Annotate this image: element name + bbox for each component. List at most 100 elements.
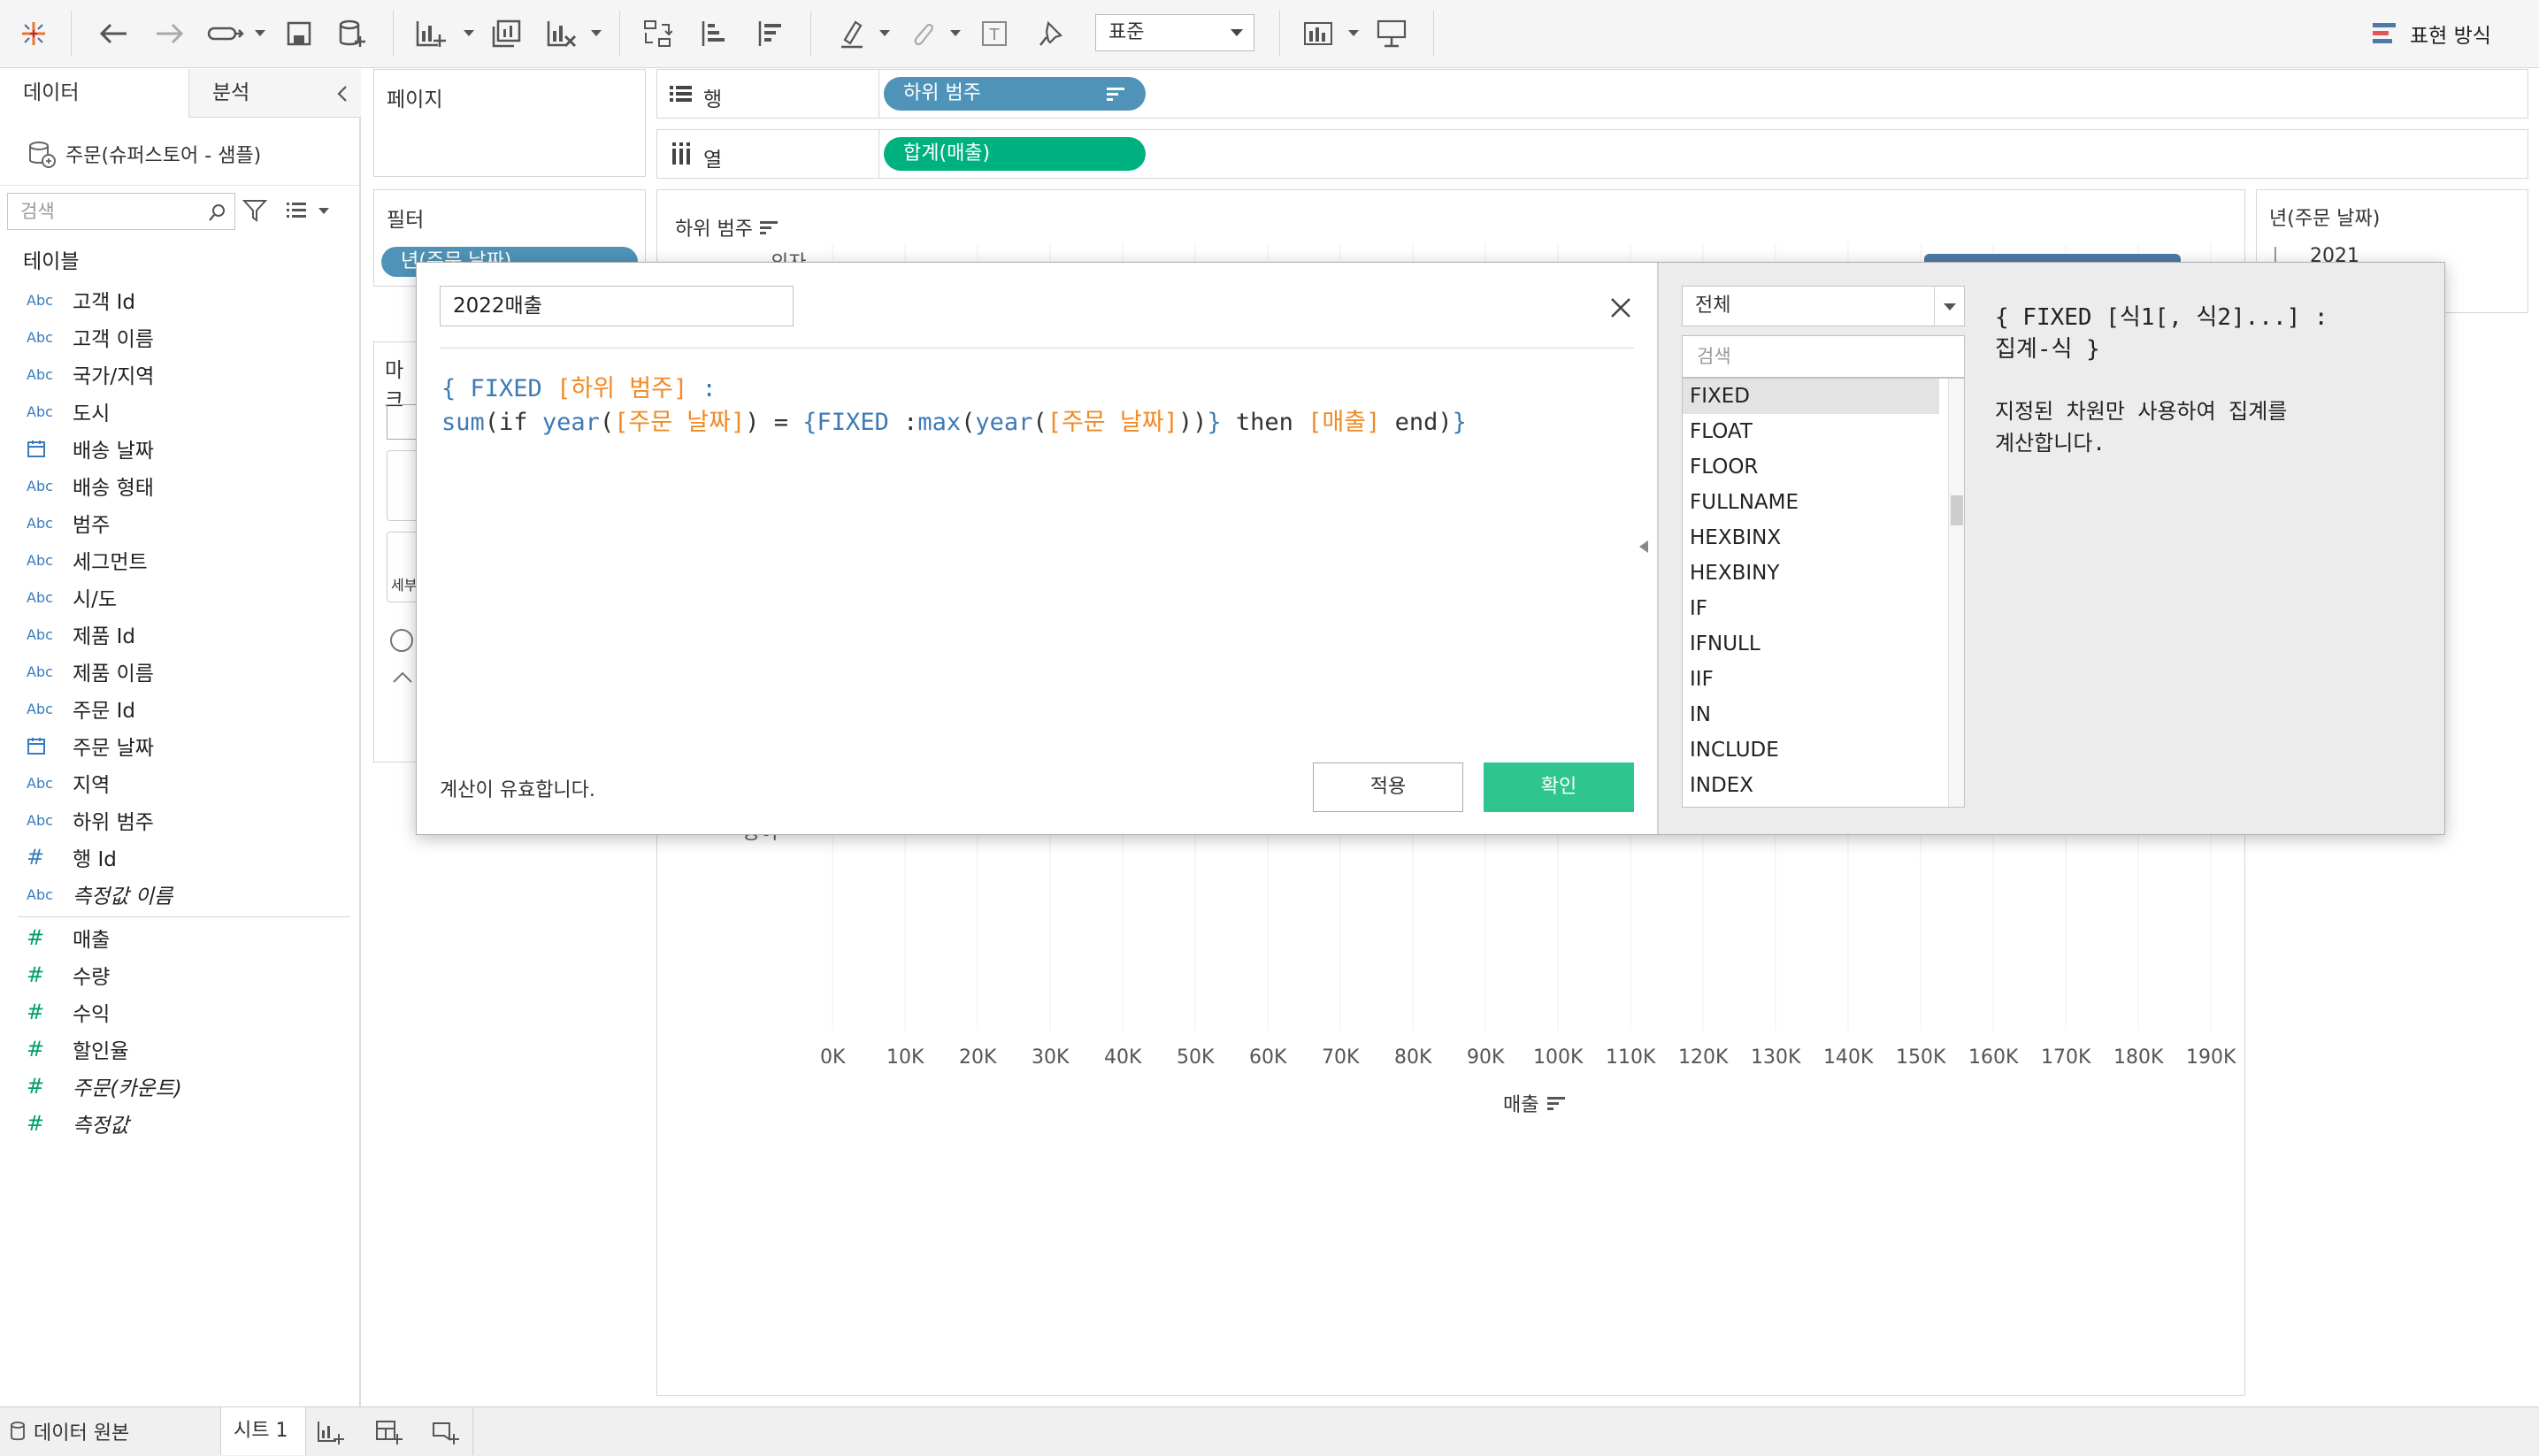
function-list[interactable]: FIXED FLOAT FLOOR FULLNAME HEXBINX HEXBI…	[1682, 378, 1965, 808]
apply-button[interactable]: 적용	[1313, 762, 1463, 812]
field-item[interactable]: # 수익	[0, 993, 359, 1031]
function-category-select[interactable]: 전체	[1682, 286, 1965, 326]
x-tick-label: 130K	[1751, 1046, 1801, 1069]
sort-ascending-icon[interactable]	[694, 12, 734, 55]
field-item[interactable]: Abc 지역	[0, 764, 359, 801]
field-name: 고객 Id	[73, 291, 136, 314]
field-name: 매출	[73, 929, 111, 952]
columns-shelf[interactable]: 열 합계(매출)	[656, 129, 2528, 179]
new-datasource-icon[interactable]	[333, 12, 372, 55]
marks-card[interactable]: 마크 세부	[373, 341, 418, 762]
collapse-functions-icon[interactable]	[1638, 539, 1650, 555]
highlight-icon[interactable]	[832, 12, 872, 55]
new-worksheet-tab-icon[interactable]	[317, 1420, 345, 1445]
sort-icon[interactable]	[1547, 1096, 1566, 1110]
show-me-button[interactable]: 표현 방식	[2373, 16, 2491, 51]
close-icon[interactable]	[1607, 295, 1634, 321]
ok-button[interactable]: 확인	[1484, 762, 1634, 812]
clear-sheet-icon[interactable]	[541, 12, 582, 55]
presentation-mode-icon[interactable]	[1371, 12, 1412, 55]
mark-type-select[interactable]	[387, 404, 418, 440]
show-mark-labels-icon[interactable]: T	[975, 12, 1014, 55]
undo-icon[interactable]	[92, 12, 134, 55]
field-item[interactable]: # 매출	[0, 919, 359, 956]
function-item-fixed[interactable]: FIXED	[1683, 379, 1939, 414]
field-item[interactable]: Abc 주문 Id	[0, 690, 359, 727]
swap-rows-columns-icon[interactable]	[637, 12, 678, 55]
color-button[interactable]	[387, 450, 418, 521]
tab-analytics[interactable]: 분석	[189, 69, 361, 118]
columns-pill-sum-sales[interactable]: 합계(매출)	[884, 137, 1146, 171]
function-item[interactable]: HEXBINY	[1683, 556, 1939, 591]
function-item[interactable]: FLOOR	[1683, 449, 1939, 485]
detail-button[interactable]: 세부	[387, 532, 418, 602]
fix-axes-pin-icon[interactable]	[1032, 12, 1070, 55]
save-icon[interactable]	[280, 12, 318, 55]
x-axis-title[interactable]: 매출	[1503, 1089, 1566, 1117]
function-item[interactable]: FLOAT	[1683, 414, 1939, 449]
new-story-tab-icon[interactable]	[432, 1420, 460, 1445]
field-item[interactable]: # 행 Id	[0, 839, 359, 876]
datasource-tab[interactable]: 데이터 원본	[0, 1407, 221, 1455]
formula-text-area[interactable]: { FIXED [하위 범주] : sum(if year([주문 날짜]) =…	[417, 369, 1655, 740]
function-item[interactable]: FULLNAME	[1683, 485, 1939, 520]
field-item[interactable]: Abc 하위 범주	[0, 801, 359, 839]
pause-updates-icon[interactable]	[203, 12, 248, 55]
group-members-icon[interactable]	[902, 12, 943, 55]
lasso-icon[interactable]	[390, 629, 413, 652]
collapse-pane-icon[interactable]	[336, 85, 349, 103]
field-item[interactable]: 배송 날짜	[0, 430, 359, 467]
field-item[interactable]: Abc 측정값 이름	[0, 876, 359, 913]
function-search-input[interactable]: 검색	[1682, 335, 1965, 378]
field-item[interactable]: Abc 제품 이름	[0, 653, 359, 690]
new-dashboard-tab-icon[interactable]	[375, 1420, 403, 1445]
new-worksheet-icon[interactable]	[410, 12, 451, 55]
scrollbar-thumb[interactable]	[1951, 495, 1963, 525]
field-item[interactable]: Abc 범주	[0, 504, 359, 541]
field-item[interactable]: Abc 고객 이름	[0, 318, 359, 356]
field-search-input[interactable]: 검색	[7, 193, 235, 230]
tableau-logo-icon[interactable]	[12, 12, 55, 55]
show-me-icon	[2373, 23, 2396, 43]
datasource-item[interactable]: 주문(슈퍼스토어 - 샘플)	[0, 122, 359, 186]
fit-select[interactable]: 표준	[1095, 14, 1254, 51]
field-item[interactable]: # 측정값	[0, 1105, 359, 1142]
function-item[interactable]: HEXBINX	[1683, 520, 1939, 556]
field-name: 행 Id	[73, 848, 117, 871]
field-item[interactable]: # 할인율	[0, 1031, 359, 1068]
field-name: 시/도	[73, 588, 118, 611]
function-item[interactable]: IN	[1683, 697, 1939, 732]
field-item[interactable]: Abc 국가/지역	[0, 356, 359, 393]
tab-data[interactable]: 데이터	[0, 69, 189, 118]
field-item[interactable]: # 주문(카운트)	[0, 1068, 359, 1105]
calculation-editor-dialog[interactable]: 2022매출 { FIXED [하위 범주] : sum(if year([주문…	[416, 262, 2445, 835]
function-item[interactable]: IIF	[1683, 662, 1939, 697]
redo-icon[interactable]	[149, 12, 191, 55]
rows-shelf[interactable]: 행 하위 범주	[656, 69, 2528, 119]
field-item[interactable]: Abc 배송 형태	[0, 467, 359, 504]
pages-card[interactable]: 페이지	[373, 69, 646, 177]
field-item[interactable]: # 수량	[0, 956, 359, 993]
field-item[interactable]: Abc 도시	[0, 393, 359, 430]
sheet-tab-sheet1[interactable]: 시트 1	[221, 1407, 306, 1455]
field-item[interactable]: Abc 고객 Id	[0, 281, 359, 318]
field-item[interactable]: Abc 제품 Id	[0, 616, 359, 653]
function-item[interactable]: INCLUDE	[1683, 732, 1939, 768]
field-item[interactable]: Abc 세그먼트	[0, 541, 359, 579]
path-icon[interactable]	[392, 670, 413, 684]
function-item[interactable]: INDEX	[1683, 768, 1939, 803]
function-item[interactable]: IFNULL	[1683, 626, 1939, 662]
datasource-tab-label: 데이터 원본	[34, 1422, 130, 1445]
function-item[interactable]: IF	[1683, 591, 1939, 626]
sort-descending-icon[interactable]	[750, 12, 791, 55]
filter-fields-icon[interactable]	[242, 198, 267, 223]
field-item[interactable]: 주문 날짜	[0, 727, 359, 764]
view-list-icon[interactable]	[285, 200, 331, 221]
calculation-name-input[interactable]: 2022매출	[440, 286, 794, 326]
field-item[interactable]: Abc 시/도	[0, 579, 359, 616]
duplicate-sheet-icon[interactable]	[487, 12, 527, 55]
x-tick-label: 70K	[1322, 1046, 1360, 1069]
rows-pill-sub-category[interactable]: 하위 범주	[884, 77, 1146, 111]
function-list-scrollbar[interactable]	[1948, 379, 1964, 807]
show-cards-icon[interactable]	[1299, 12, 1341, 55]
